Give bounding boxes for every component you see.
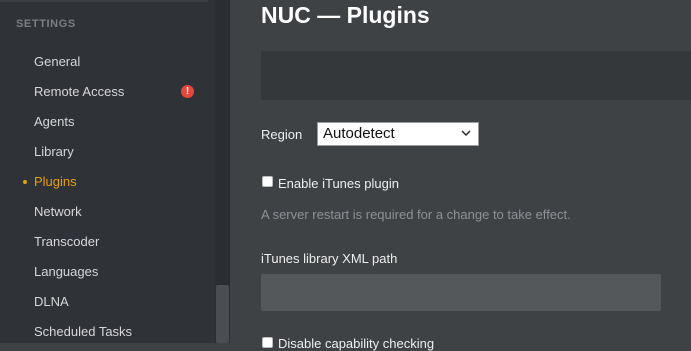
sidebar-item-general[interactable]: General	[0, 47, 215, 77]
disable-capability-label: Disable capability checking	[278, 336, 435, 351]
restart-note: A server restart is required for a chang…	[261, 207, 571, 222]
sidebar-item-scheduled-tasks[interactable]: Scheduled Tasks	[0, 317, 215, 343]
sidebar-item-remote-access[interactable]: Remote Access !	[0, 77, 215, 107]
itunes-xml-path-input[interactable]	[261, 274, 661, 311]
sidebar-divider	[0, 0, 208, 2]
region-select[interactable]: Autodetect	[317, 122, 479, 146]
sidebar-item-label: Remote Access	[34, 84, 125, 99]
info-banner	[261, 51, 691, 100]
region-label: Region	[261, 127, 303, 142]
alert-icon: !	[181, 85, 194, 98]
sidebar: SETTINGS General Remote Access ! Agents …	[0, 0, 230, 343]
sidebar-heading: SETTINGS	[16, 18, 76, 30]
sidebar-nav: General Remote Access ! Agents Library P…	[0, 47, 215, 343]
region-select-value: Autodetect	[323, 125, 395, 142]
sidebar-item-languages[interactable]: Languages	[0, 257, 215, 287]
sidebar-item-transcoder[interactable]: Transcoder	[0, 227, 215, 257]
sidebar-item-agents[interactable]: Agents	[0, 107, 215, 137]
itunes-xml-path-label: iTunes library XML path	[261, 251, 398, 266]
sidebar-item-library[interactable]: Library	[0, 137, 215, 167]
enable-itunes-label: Enable iTunes plugin	[278, 176, 399, 191]
page-title: NUC — Plugins	[261, 2, 430, 28]
sidebar-scrollbar-thumb[interactable]	[216, 285, 229, 343]
sidebar-item-dlna[interactable]: DLNA	[0, 287, 215, 317]
sidebar-item-network[interactable]: Network	[0, 197, 215, 227]
sidebar-item-plugins[interactable]: Plugins	[0, 167, 215, 197]
enable-itunes-checkbox[interactable]	[262, 176, 273, 187]
chevron-down-icon	[461, 130, 471, 136]
